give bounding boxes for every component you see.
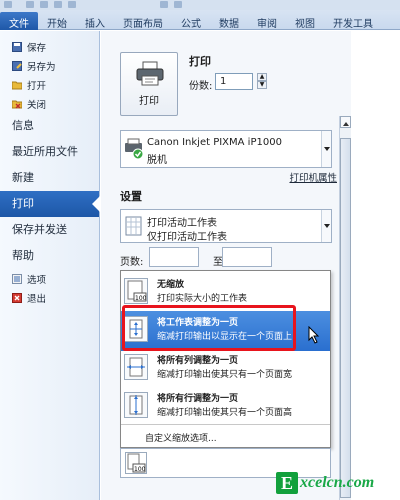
pages-label: 页数:: [120, 257, 144, 268]
nav-close[interactable]: 关闭: [0, 94, 99, 113]
tab-formulas[interactable]: 公式: [172, 12, 210, 30]
copies-label: 份数:: [189, 81, 213, 92]
printer-icon: [136, 61, 164, 86]
scaling-option-desc: 缩减打印输出使其只有一个页面宽: [157, 370, 293, 380]
nav-new[interactable]: 新建: [0, 165, 99, 191]
copies-input[interactable]: 1: [215, 73, 253, 90]
tab-home[interactable]: 开始: [38, 12, 76, 30]
svg-text:100: 100: [134, 466, 146, 473]
nav-save[interactable]: 保存: [0, 37, 99, 56]
page-to-input[interactable]: [222, 247, 272, 267]
page-100-icon: 100: [125, 452, 147, 474]
scaling-option-title: 将所有列调整为一页: [157, 356, 239, 366]
save-as-icon: [12, 60, 22, 71]
nav-open[interactable]: 打开: [0, 75, 99, 94]
nav-recent[interactable]: 最近所用文件: [0, 139, 99, 165]
fit-rows-icon: [124, 392, 148, 418]
highlight-annotation-frame: [122, 305, 296, 351]
nav-save-as-label: 另存为: [27, 61, 56, 73]
tab-file[interactable]: 文件: [0, 12, 38, 30]
custom-scaling-options[interactable]: 自定义缩放选项...: [145, 431, 217, 444]
scroll-up-icon[interactable]: [340, 116, 351, 128]
vertical-scrollbar[interactable]: [339, 116, 351, 500]
watermark-logo: E: [276, 472, 298, 494]
page-from-input[interactable]: [149, 247, 199, 267]
ribbon-bar: 文件 开始 插入 页面布局 公式 数据 审阅 视图 开发工具: [0, 0, 400, 30]
print-what-select[interactable]: 打印活动工作表 仅打印活动工作表: [120, 209, 332, 243]
nav-open-label: 打开: [27, 80, 47, 92]
tab-developer[interactable]: 开发工具: [324, 12, 382, 30]
scaling-option-desc: 打印实际大小的工作表: [157, 294, 248, 304]
printer-offline-icon: [125, 138, 144, 160]
nav-save-send[interactable]: 保存并发送: [0, 217, 99, 243]
nav-options-label: 选项: [27, 274, 47, 286]
print-what-main: 打印活动工作表: [147, 218, 217, 229]
spin-down-icon[interactable]: ▼: [257, 81, 267, 89]
nav-info[interactable]: 信息: [0, 113, 99, 139]
tab-insert[interactable]: 插入: [76, 12, 114, 30]
mouse-cursor-icon: [308, 326, 320, 344]
nav-options[interactable]: 选项: [0, 269, 99, 288]
ribbon-tabs: 文件 开始 插入 页面布局 公式 数据 审阅 视图 开发工具: [0, 12, 382, 30]
undo-icon[interactable]: [40, 1, 48, 8]
page-100-icon: 100: [124, 278, 148, 304]
tab-data[interactable]: 数据: [210, 12, 248, 30]
printer-name: Canon Inkjet PIXMA iP1000: [147, 137, 282, 148]
redo-icon[interactable]: [54, 1, 62, 8]
app-icon[interactable]: [4, 1, 12, 8]
printer-select[interactable]: Canon Inkjet PIXMA iP1000 脱机: [120, 130, 332, 168]
watermark-text: xcelcn.com: [300, 474, 375, 491]
settings-title: 设置: [120, 190, 142, 203]
backstage-nav: 保存 另存为 打开 关闭 信息 最近所用文件 新建 打印 保存并发送 帮助 选项…: [0, 31, 100, 500]
nav-print[interactable]: 打印: [0, 191, 100, 217]
tab-page-layout[interactable]: 页面布局: [114, 12, 172, 30]
chevron-down-icon[interactable]: [174, 1, 182, 8]
customize-icon[interactable]: [68, 1, 76, 8]
scaling-menu: 100 无缩放 打印实际大小的工作表 将工作表调整为一页 缩减打印输出以显示在一…: [120, 270, 331, 448]
print-button-label: 打印: [139, 96, 159, 107]
exit-icon: [12, 292, 22, 303]
chevron-down-icon[interactable]: [321, 131, 331, 167]
tab-review[interactable]: 审阅: [248, 12, 286, 30]
tab-view[interactable]: 视图: [286, 12, 324, 30]
chevron-down-icon[interactable]: [321, 210, 331, 242]
options-icon: [12, 273, 22, 284]
nav-exit[interactable]: 退出: [0, 288, 99, 307]
site-watermark: E xcelcn.com: [276, 472, 400, 496]
print-preview-icon[interactable]: [160, 1, 168, 8]
scroll-thumb[interactable]: [340, 138, 351, 498]
fit-columns-icon: [124, 354, 148, 380]
close-file-icon: [11, 99, 23, 109]
open-folder-icon: [11, 80, 23, 90]
copies-spinner[interactable]: ▲ ▼: [257, 73, 267, 90]
scaling-option-fit-rows[interactable]: 将所有行调整为一页 缩减打印输出使其只有一个页面高: [121, 387, 330, 427]
nav-close-label: 关闭: [27, 99, 47, 111]
save-icon[interactable]: [26, 1, 34, 8]
nav-save-label: 保存: [27, 42, 47, 54]
nav-help[interactable]: 帮助: [0, 243, 99, 269]
printer-properties-link[interactable]: 打印机属性: [289, 170, 337, 184]
scaling-option-fit-columns[interactable]: 将所有列调整为一页 缩减打印输出使其只有一个页面宽: [121, 349, 330, 389]
scaling-option-title: 将所有行调整为一页: [157, 394, 239, 404]
nav-save-as[interactable]: 另存为: [0, 56, 99, 75]
quick-access-toolbar: [0, 0, 400, 10]
menu-separator: [121, 424, 330, 425]
save-icon: [12, 41, 22, 52]
worksheet-icon: [125, 216, 142, 236]
scaling-option-desc: 缩减打印输出使其只有一个页面高: [157, 408, 293, 418]
spin-up-icon[interactable]: ▲: [257, 73, 267, 81]
printer-status: 脱机: [147, 155, 167, 166]
print-button[interactable]: 打印: [120, 52, 178, 116]
print-what-sub: 仅打印活动工作表: [147, 232, 227, 243]
scaling-option-title: 无缩放: [157, 280, 185, 290]
print-title: 打印: [189, 55, 211, 68]
svg-text:100: 100: [135, 295, 147, 302]
nav-exit-label: 退出: [27, 293, 47, 305]
